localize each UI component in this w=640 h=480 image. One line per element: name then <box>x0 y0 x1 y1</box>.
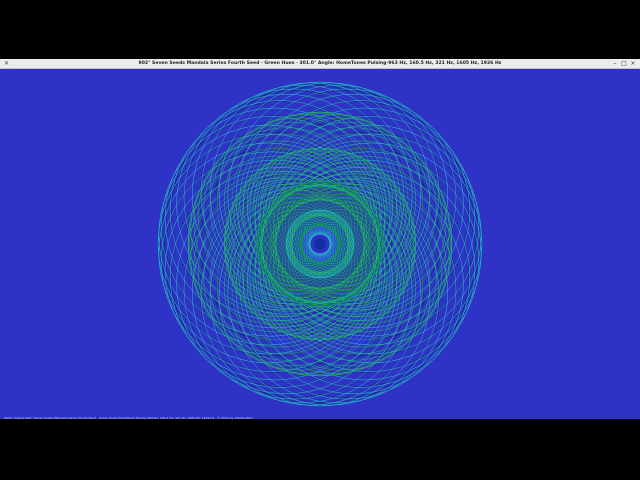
mandala-drawing <box>157 81 483 407</box>
maximize-button[interactable]: □ <box>620 60 628 68</box>
app-window: ✕ 902° Seven Seeds Mandala Series Fourth… <box>0 59 640 420</box>
minimize-button[interactable]: – <box>611 60 619 68</box>
window-title: 902° Seven Seeds Mandala Series Fourth S… <box>138 61 502 66</box>
drawing-canvas: 2022° degree 902° Seven Seeds Mandala Se… <box>0 69 640 420</box>
mandala-core <box>314 238 326 250</box>
app-icon[interactable]: ✕ <box>3 60 10 67</box>
title-bar[interactable]: ✕ 902° Seven Seeds Mandala Series Fourth… <box>0 59 640 69</box>
close-button[interactable]: × <box>629 60 637 68</box>
canvas-caption: 2022° degree 902° Seven Seeds Mandala Se… <box>4 416 253 420</box>
